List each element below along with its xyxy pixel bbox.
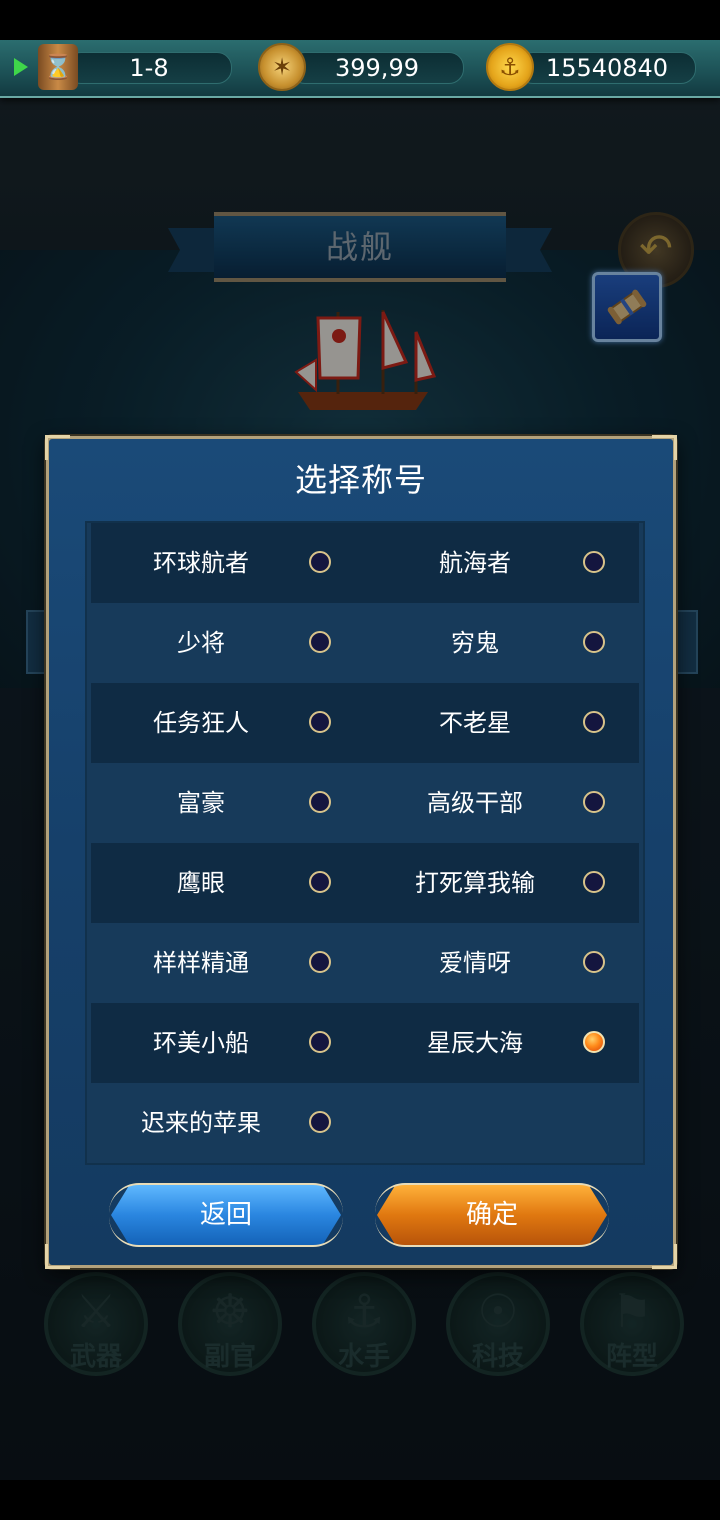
title-row: 任务狂人 不老星 [91,683,639,763]
title-list: 环球航者 航海者 少将 穷鬼 任务狂人 不老星 富豪 高级干部 鹰眼 打死算我输… [85,521,645,1165]
title-row: 环球航者 航海者 [91,523,639,603]
radio-button[interactable] [583,871,605,893]
compass-resource-value: 399,99 [290,52,464,84]
radio-button[interactable] [309,791,331,813]
radio-button[interactable] [583,951,605,973]
title-option-label: 打死算我输 [415,869,535,897]
stage-display: 1-8 [66,52,232,84]
title-option[interactable]: 环球航者 [91,523,365,603]
title-option-label: 少将 [177,629,225,657]
title-option-label: 不老星 [439,709,511,737]
title-option[interactable]: 鹰眼 [91,843,365,923]
title-option-label: 环美小船 [153,1029,249,1057]
title-option-label: 高级干部 [427,789,523,817]
title-option[interactable]: 迟来的苹果 [91,1083,365,1163]
radio-button[interactable] [309,551,331,573]
title-option[interactable]: 样样精通 [91,923,365,1003]
title-row: 迟来的苹果 [91,1083,639,1163]
resource-bar: 1-8 ⌛ 399,99 ✶ 15540840 ⚓ [0,40,720,98]
title-option[interactable]: 航海者 [365,523,639,603]
radio-button[interactable] [309,631,331,653]
game-scene: 战舰 ↶ ⚔ 武器 ☸ 副官 ⚓ 水手 ☉ 科技 ⚑ 阵型 选择称号 环球航者 … [0,40,720,1480]
radio-button[interactable] [583,711,605,733]
dialog-corner [652,1244,677,1269]
radio-button[interactable] [309,951,331,973]
radio-button-selected[interactable] [583,1031,605,1053]
title-option[interactable]: 不老星 [365,683,639,763]
title-option-selected[interactable]: 星辰大海 [365,1003,639,1083]
title-option-label: 任务狂人 [153,709,249,737]
title-row: 鹰眼 打死算我输 [91,843,639,923]
select-title-dialog: 选择称号 环球航者 航海者 少将 穷鬼 任务狂人 不老星 富豪 高级干部 鹰眼 … [45,435,677,1269]
title-option-label: 航海者 [439,549,511,577]
gold-resource-value: 15540840 [518,52,696,84]
title-option-label: 迟来的苹果 [141,1109,261,1137]
radio-button[interactable] [583,631,605,653]
title-option[interactable]: 打死算我输 [365,843,639,923]
title-option-label: 富豪 [177,789,225,817]
title-option-label: 爱情呀 [439,949,511,977]
dialog-corner [45,435,70,460]
title-option[interactable]: 富豪 [91,763,365,843]
title-option-label: 穷鬼 [451,629,499,657]
dialog-title: 选择称号 [294,461,427,499]
title-row: 环美小船 星辰大海 [91,1003,639,1083]
dialog-corner [45,1244,70,1269]
radio-button[interactable] [583,791,605,813]
title-option[interactable]: 少将 [91,603,365,683]
title-row: 样样精通 爱情呀 [91,923,639,1003]
title-option-label: 鹰眼 [177,869,225,897]
title-option[interactable]: 环美小船 [91,1003,365,1083]
title-option[interactable]: 高级干部 [365,763,639,843]
title-option-label: 环球航者 [153,549,249,577]
anchor-coin-icon: ⚓ [486,43,534,91]
title-option[interactable]: 任务狂人 [91,683,365,763]
play-icon[interactable] [14,58,28,76]
title-option[interactable]: 爱情呀 [365,923,639,1003]
title-option-label: 样样精通 [153,949,249,977]
compass-coin-icon: ✶ [258,43,306,91]
title-row: 少将 穷鬼 [91,603,639,683]
title-option-label: 星辰大海 [427,1029,523,1057]
radio-button[interactable] [309,1031,331,1053]
back-button[interactable]: 返回 [111,1185,341,1245]
dialog-corner [652,435,677,460]
radio-button[interactable] [309,1111,331,1133]
radio-button[interactable] [583,551,605,573]
confirm-button[interactable]: 确定 [377,1185,607,1245]
radio-button[interactable] [309,871,331,893]
hourglass-icon: ⌛ [38,44,78,90]
title-row: 富豪 高级干部 [91,763,639,843]
radio-button[interactable] [309,711,331,733]
title-option[interactable]: 穷鬼 [365,603,639,683]
